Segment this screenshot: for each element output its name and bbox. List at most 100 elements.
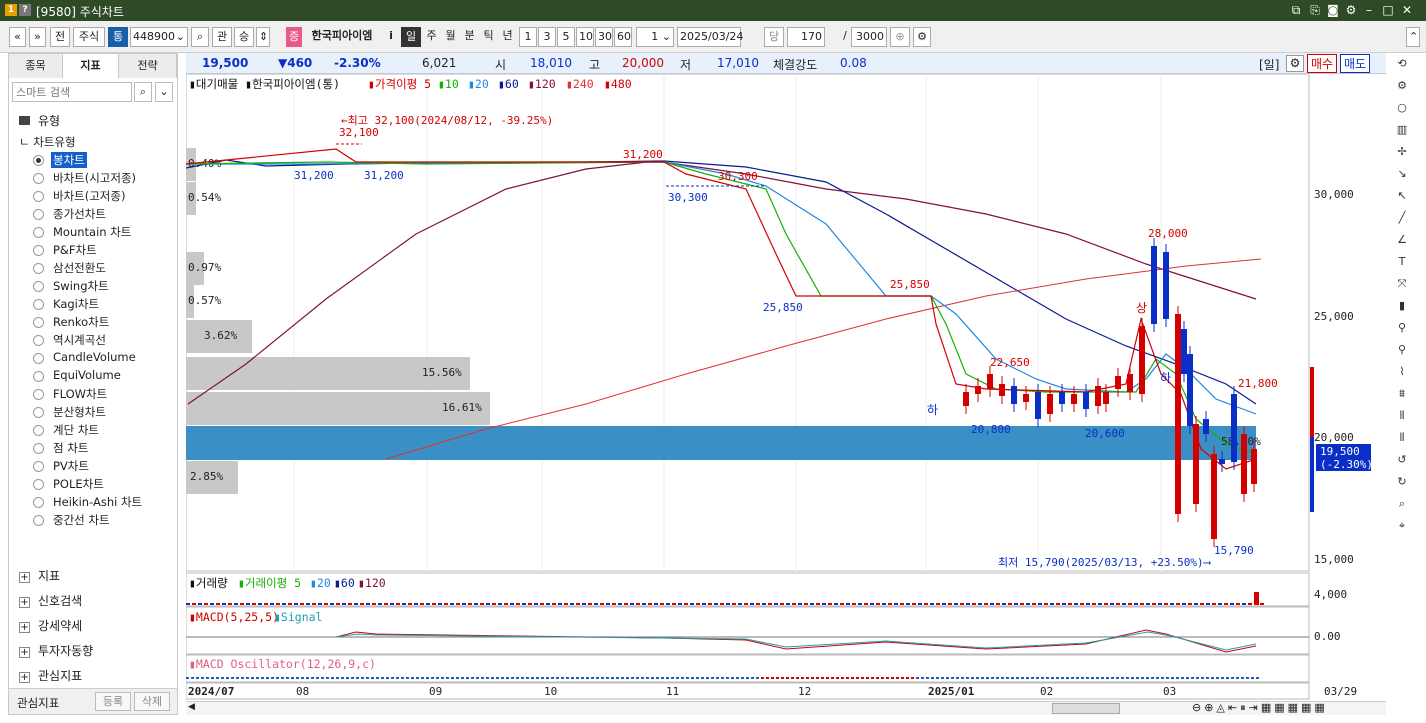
chart-type-item[interactable]: 종가선차트 [51, 206, 108, 222]
interval-1-button[interactable]: 1 [519, 27, 537, 47]
watchlist-button[interactable]: 관 [212, 27, 232, 47]
chart-type-item[interactable]: Heikin-Ashi 차트 [51, 494, 144, 510]
integrated-button[interactable]: 통 [108, 27, 128, 47]
chart-type-radio[interactable] [33, 389, 44, 400]
chart-type-radio[interactable] [33, 443, 44, 454]
magnify-icon[interactable]: ⚲ [1391, 339, 1413, 361]
period-year-button[interactable]: 년 [498, 27, 517, 47]
line-icon[interactable]: ╱ [1391, 207, 1413, 229]
circle-icon[interactable]: ○ [1391, 97, 1413, 119]
chart-type-radio[interactable] [33, 209, 44, 220]
all-button[interactable]: 전 [50, 27, 70, 47]
settings-icon[interactable]: ⚙ [1286, 55, 1304, 72]
chart-type-radio[interactable] [33, 245, 44, 256]
undo-icon[interactable]: ↺ [1391, 449, 1413, 471]
next-stock-button[interactable]: » [29, 27, 46, 47]
horizontal-scrollbar[interactable]: ◀ ⊖⊕◬⇤⏸⇥▦▦▦▦▦ [186, 701, 1386, 715]
chart-type-item[interactable]: EquiVolume [51, 368, 123, 382]
tab-strategy[interactable]: 전략 [119, 54, 177, 78]
help-icon[interactable]: ? [19, 4, 31, 16]
period-tick-button[interactable]: 틱 [479, 27, 498, 47]
tree-chart-type[interactable]: ㄴ 차트유형 [19, 134, 76, 150]
chart-type-radio[interactable] [33, 281, 44, 292]
camera-icon[interactable]: ◙ [1326, 3, 1340, 17]
chart-type-item[interactable]: 계단 차트 [51, 422, 101, 438]
chart-type-radio[interactable] [33, 515, 44, 526]
tree-type[interactable]: 유형 [19, 112, 60, 129]
interval-5-button[interactable]: 5 [557, 27, 575, 47]
section-indicator[interactable]: + 지표 [19, 567, 60, 584]
maximize-icon[interactable]: □ [1381, 3, 1395, 17]
gear-icon[interactable]: ⚙ [1391, 75, 1413, 97]
draw-icon[interactable]: ⌇ [1391, 361, 1413, 383]
buy-button[interactable]: 매수 [1307, 54, 1338, 73]
chart-type-item[interactable]: FLOW차트 [51, 386, 109, 402]
max-bars-input[interactable]: 3000 [851, 27, 887, 47]
delete-button[interactable]: 삭제 [134, 692, 170, 711]
tab-indicator[interactable]: 지표 [63, 54, 119, 78]
section-interest[interactable]: + 관심지표 [19, 667, 82, 684]
info-button[interactable]: i [383, 27, 399, 47]
chart-type-item[interactable]: Kagi차트 [51, 296, 101, 312]
current-button[interactable]: 당 [764, 27, 784, 47]
chart-type-radio[interactable] [33, 479, 44, 490]
chart-type-item[interactable]: Swing차트 [51, 278, 111, 294]
scroll-thumb[interactable] [1052, 703, 1120, 714]
crosshair-icon[interactable]: ✢ [1391, 141, 1413, 163]
smart-search-input[interactable] [12, 82, 132, 102]
chart-type-radio[interactable] [33, 317, 44, 328]
chevron-down-icon[interactable]: ⌄ [155, 82, 173, 102]
refresh-icon[interactable]: ⟲ [1391, 53, 1413, 75]
chart-type-radio[interactable] [33, 155, 44, 166]
stepper-icon[interactable]: ⇕ [256, 27, 270, 47]
zoom-icon[interactable]: ⊕ [890, 27, 910, 47]
chart-type-radio[interactable] [33, 299, 44, 310]
redo-icon[interactable]: ↻ [1391, 471, 1413, 493]
settings-icon[interactable]: ⚙ [1344, 3, 1358, 17]
auto-icon[interactable]: ∠ [1391, 229, 1413, 251]
stock-code-input[interactable]: 448900 ⌄ [130, 27, 188, 47]
tab-stock[interactable]: 종목 [9, 54, 63, 78]
prev-stock-button[interactable]: « [9, 27, 26, 47]
register-button[interactable]: 등록 [95, 692, 131, 711]
measure-icon[interactable]: ⤧ [1391, 273, 1413, 295]
search-icon[interactable]: ⌕ [134, 82, 152, 102]
zoom-icon[interactable]: ⚲ [1391, 317, 1413, 339]
zoom-controls[interactable]: ⊖⊕◬⇤⏸⇥▦▦▦▦▦ [1192, 701, 1328, 715]
count-select[interactable]: 1 ⌄ [636, 27, 674, 47]
section-investor[interactable]: + 투자자동향 [19, 642, 93, 659]
chart-type-radio[interactable] [33, 371, 44, 382]
chart-type-item[interactable]: P&F차트 [51, 242, 99, 258]
chart-type-item[interactable]: 바차트(시고저종) [51, 170, 138, 186]
interval-60-button[interactable]: 60 [614, 27, 632, 47]
stock-chart[interactable]: 0.40%0.54%0.97%0.57%3.62%15.56%16.61%58.… [186, 74, 1386, 714]
chart-type-item[interactable]: CandleVolume [51, 350, 138, 364]
chart-type-item[interactable]: 분산형차트 [51, 404, 108, 420]
chart-type-item[interactable]: Mountain 차트 [51, 224, 133, 240]
chart-type-radio[interactable] [33, 461, 44, 472]
scroll-left-icon[interactable]: ◀ [188, 702, 195, 712]
chevron-down-icon[interactable]: ⌄ [176, 28, 185, 46]
rise-button[interactable]: 승 [234, 27, 254, 47]
chart-type-radio[interactable] [33, 263, 44, 274]
date-input[interactable]: 2025/03/24 [677, 27, 743, 47]
chart-type-item[interactable]: POLE차트 [51, 476, 106, 492]
chart-type-item[interactable]: PV차트 [51, 458, 91, 474]
chart-type-radio[interactable] [33, 191, 44, 202]
chart-type-item[interactable]: 봉차트 [51, 152, 87, 168]
chart-type-radio[interactable] [33, 227, 44, 238]
close-icon[interactable]: ✕ [1400, 3, 1414, 17]
period-minute-button[interactable]: 분 [460, 27, 479, 47]
interval-3-button[interactable]: 3 [538, 27, 556, 47]
search-icon[interactable]: ⌕ [191, 27, 209, 47]
new-window-icon[interactable]: ⧉ [1289, 3, 1303, 17]
section-strength[interactable]: + 강세약세 [19, 617, 82, 634]
stock-type-button[interactable]: 주식 [73, 27, 105, 47]
period-icon[interactable]: ⦀ [1391, 405, 1413, 427]
link-icon[interactable]: ⎘ [1308, 3, 1322, 17]
fibonacci-icon[interactable]: ⩩ [1391, 383, 1413, 405]
bar-chart-icon[interactable]: ▥ [1391, 119, 1413, 141]
period-month-button[interactable]: 월 [441, 27, 460, 47]
chevron-down-icon[interactable]: ⌄ [662, 30, 671, 43]
text-icon[interactable]: T [1391, 251, 1413, 273]
